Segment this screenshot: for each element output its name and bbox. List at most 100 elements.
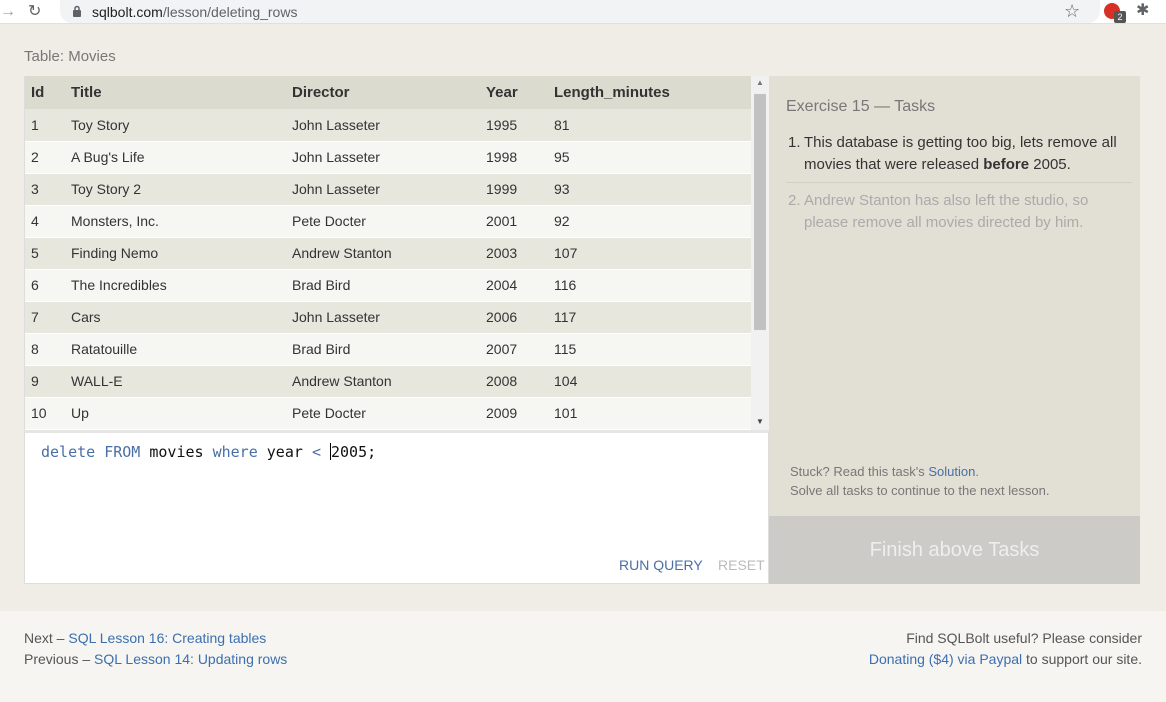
stuck-hint: Stuck? Read this task's Solution. [790,464,979,479]
cell: John Lasseter [286,173,480,206]
previous-prefix: Previous – [24,651,95,667]
table-scrollbar[interactable]: ▲ ▼ [751,76,769,430]
task-item: 1. This database is getting too big, lets… [786,132,1132,183]
column-header: Director [286,76,480,109]
extensions-puzzle-icon[interactable]: ✱ [1136,2,1149,20]
cell: John Lasseter [286,109,480,142]
task-text-end: 2005. [1029,156,1071,173]
url-text[interactable]: sqlbolt.com/lesson/deleting_rows [92,3,297,21]
table-row: 4 Monsters, Inc. Pete Docter 2001 92 [25,205,752,238]
table-row: 9 WALL-E Andrew Stanton 2008 104 [25,365,752,398]
stuck-suffix: . [975,464,979,479]
cell: WALL-E [65,365,286,398]
cell: Monsters, Inc. [65,205,286,238]
url-host: sqlbolt.com [92,4,163,20]
cell: 116 [548,269,752,302]
cell: 93 [548,173,752,206]
cell: 1998 [480,141,548,174]
cell: 2003 [480,237,548,270]
cell: Pete Docter [286,397,480,430]
query-value: 2005 [331,443,368,461]
keyword-where: where [212,443,258,461]
table-row: 5 Finding Nemo Andrew Stanton 2003 107 [25,237,752,270]
operator: < [311,443,321,461]
lock-icon [73,5,81,17]
cell: 2006 [480,301,548,334]
donate-link[interactable]: Donating ($4) via Paypal [869,651,1022,667]
table-row: 7 Cars John Lasseter 2006 117 [25,301,752,334]
scroll-up-arrow-icon[interactable]: ▲ [756,78,764,87]
results-table-container[interactable]: Id Title Director Year Length_minutes 1T… [24,76,769,430]
previous-lesson: Previous – SQL Lesson 14: Updating rows [24,649,287,670]
results-table: Id Title Director Year Length_minutes 1T… [25,76,752,430]
run-query-button[interactable]: RUN QUERY [619,557,703,573]
task-number: 1. [788,134,801,151]
cell: 101 [548,397,752,430]
cell: 3 [25,173,65,206]
table-row: 2A Bug's Life John Lasseter 1998 95 [25,141,752,174]
statement-end: ; [367,443,377,461]
scrollbar-thumb[interactable] [754,94,766,330]
useful-text: Find SQLBolt useful? Please consider [906,630,1142,646]
cell: 6 [25,269,65,302]
cell: 4 [25,205,65,238]
cell: A Bug's Life [65,141,286,174]
cell: 104 [548,365,752,398]
cell: Pete Docter [286,205,480,238]
cell: Andrew Stanton [286,237,480,270]
cell: The Incredibles [65,269,286,302]
donate-suffix: to support our site. [1022,651,1142,667]
cell: Brad Bird [286,269,480,302]
back-arrow-icon[interactable]: → [0,2,16,22]
cell: Up [65,397,286,430]
stuck-prefix: Stuck? Read this task's [790,464,929,479]
cell: Cars [65,301,286,334]
reset-button[interactable]: RESET [718,557,765,573]
table-row: 8 Ratatouille Brad Bird 2007 115 [25,333,752,366]
cell: 81 [548,109,752,142]
finish-tasks-button[interactable]: Finish above Tasks [769,516,1140,584]
scroll-down-arrow-icon[interactable]: ▼ [756,417,764,426]
table-row: 1 Toy Story John Lasseter 1995 81 [25,109,752,142]
previous-lesson-link[interactable]: SQL Lesson 14: Updating rows [94,651,287,667]
task-emphasis: before [983,156,1030,173]
column-header: Id [25,76,65,109]
keyword-from: FROM [104,443,141,461]
cell: 5 [25,237,65,270]
cell: 7 [25,301,65,334]
solution-link[interactable]: Solution [928,464,975,479]
browser-toolbar: → ↻ sqlbolt.com/lesson/deleting_rows ☆ 2… [0,0,1166,24]
cell: 1995 [480,109,548,142]
cell: 92 [548,205,752,238]
keyword-delete: delete [41,443,96,461]
solve-note: Solve all tasks to continue to the next … [790,483,1050,498]
cell: 107 [548,237,752,270]
cell: 2009 [480,397,548,430]
query-editor[interactable]: delete FROM movies where year < 2005; RU… [24,430,769,584]
task-item: 2. Andrew Stanton has also left the studi… [786,190,1132,234]
table-row: 6 The Incredibles Brad Bird 2004 116 [25,269,752,302]
cell: 9 [25,365,65,398]
url-path: /lesson/deleting_rows [162,4,298,20]
column-header: Length_minutes [548,76,752,109]
cell: 2 [25,141,65,174]
column-name: year [266,443,303,461]
cell: 115 [548,333,752,366]
footer: Next – SQL Lesson 16: Creating tables Pr… [0,611,1166,702]
donate-line: Donating ($4) via Paypal to support our … [869,649,1142,670]
cell: John Lasseter [286,301,480,334]
cell: Andrew Stanton [286,365,480,398]
extension-badge: 2 [1114,11,1126,23]
donate-section: Find SQLBolt useful? Please consider Don… [869,628,1142,670]
cell: 8 [25,333,65,366]
task-number: 2. [788,192,801,209]
cell: Finding Nemo [65,237,286,270]
cell: Ratatouille [65,333,286,366]
cell: 2007 [480,333,548,366]
cell: 117 [548,301,752,334]
task-text: Andrew Stanton has also left the studio,… [804,192,1089,231]
next-lesson-link[interactable]: SQL Lesson 16: Creating tables [68,630,266,646]
reload-icon[interactable]: ↻ [28,2,46,22]
query-text[interactable]: delete FROM movies where year < 2005; [41,443,376,461]
bookmark-star-icon[interactable]: ☆ [1064,1,1080,21]
